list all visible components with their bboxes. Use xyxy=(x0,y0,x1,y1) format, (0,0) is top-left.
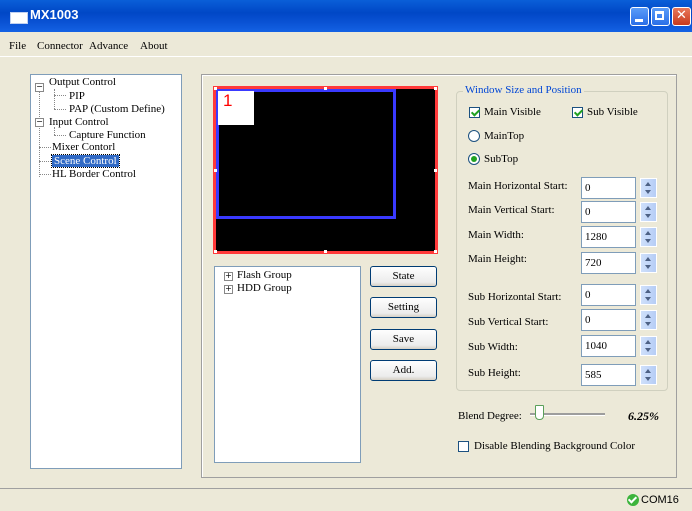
setting-button[interactable]: Setting xyxy=(370,297,437,318)
save-button[interactable]: Save xyxy=(370,329,437,350)
resize-handle[interactable] xyxy=(434,250,437,253)
state-button[interactable]: State xyxy=(370,266,437,287)
main-width-input[interactable]: 1280 xyxy=(581,226,636,248)
maximize-button[interactable] xyxy=(651,7,670,26)
tree-item-pap[interactable]: PAP (Custom Define) xyxy=(69,103,165,116)
status-bar xyxy=(0,488,692,511)
resize-handle[interactable] xyxy=(214,250,217,253)
tree-item-flash-group[interactable]: Flash Group xyxy=(237,269,292,282)
sub-v-start-input[interactable]: 0 xyxy=(581,309,636,331)
blend-degree-label: Blend Degree: xyxy=(458,410,522,422)
tree-item-input-control[interactable]: Input Control xyxy=(49,116,109,129)
main-v-start-label: Main Vertical Start: xyxy=(468,204,555,216)
tree-item-hdd-group[interactable]: HDD Group xyxy=(237,282,292,295)
main-height-label: Main Height: xyxy=(468,253,527,265)
sub-height-input[interactable]: 585 xyxy=(581,364,636,386)
main-v-start-input[interactable]: 0 xyxy=(581,201,636,223)
disable-blending-label[interactable]: Disable Blending Background Color xyxy=(474,440,635,452)
main-h-start-input[interactable]: 0 xyxy=(581,177,636,199)
main-top-radio[interactable] xyxy=(468,130,480,142)
sub-width-label: Sub Width: xyxy=(468,341,518,353)
close-icon: ✕ xyxy=(676,8,687,23)
sub-width-spinner[interactable] xyxy=(640,336,657,356)
app-icon xyxy=(10,12,28,24)
main-visible-checkbox[interactable] xyxy=(469,107,480,118)
window-title: MX1003 xyxy=(30,7,79,22)
tree-item-hl-border-control[interactable]: HL Border Control xyxy=(52,168,136,181)
menu-connector[interactable]: Connector xyxy=(37,40,83,52)
sub-v-start-label: Sub Vertical Start: xyxy=(468,316,549,328)
close-button[interactable]: ✕ xyxy=(672,7,691,26)
sub-visible-checkbox[interactable] xyxy=(572,107,583,118)
main-v-start-spinner[interactable] xyxy=(640,202,657,222)
sub-h-start-label: Sub Horizontal Start: xyxy=(468,291,562,303)
main-height-input[interactable]: 720 xyxy=(581,252,636,274)
sub-height-spinner[interactable] xyxy=(640,365,657,385)
sub-h-start-spinner[interactable] xyxy=(640,285,657,305)
main-height-spinner[interactable] xyxy=(640,253,657,273)
sub-top-label[interactable]: SubTop xyxy=(484,153,518,165)
com-port-status: COM16 xyxy=(641,494,679,506)
resize-handle[interactable] xyxy=(434,87,437,90)
connected-check-icon xyxy=(627,494,639,506)
minimize-button[interactable] xyxy=(630,7,649,26)
expand-icon[interactable]: + xyxy=(224,272,233,281)
window-size-position-legend: Window Size and Position xyxy=(463,84,584,96)
control-tree[interactable]: − Output Control PIP PAP (Custom Define)… xyxy=(30,74,182,469)
menu-file[interactable]: File xyxy=(9,40,26,52)
main-h-start-label: Main Horizontal Start: xyxy=(468,180,568,192)
sub-visible-label[interactable]: Sub Visible xyxy=(587,106,638,118)
tree-item-mixer-control[interactable]: Mixer Contorl xyxy=(52,141,115,154)
scene-group-tree[interactable]: + Flash Group + HDD Group xyxy=(214,266,361,463)
blend-slider-thumb[interactable] xyxy=(534,405,544,420)
blend-degree-value: 6.25% xyxy=(628,409,659,423)
tree-item-scene-control[interactable]: Scene Control xyxy=(51,154,120,168)
main-top-label[interactable]: MainTop xyxy=(484,130,524,142)
menu-about[interactable]: About xyxy=(140,40,168,52)
tree-item-output-control[interactable]: Output Control xyxy=(49,76,116,89)
resize-handle[interactable] xyxy=(324,87,327,90)
sub-height-label: Sub Height: xyxy=(468,367,521,379)
resize-handle[interactable] xyxy=(214,169,217,172)
sub-width-input[interactable]: 1040 xyxy=(581,335,636,357)
resize-handle[interactable] xyxy=(214,87,217,90)
expand-icon[interactable]: + xyxy=(224,285,233,294)
sub-top-radio[interactable] xyxy=(468,153,480,165)
title-bar[interactable] xyxy=(0,0,692,32)
main-visible-label[interactable]: Main Visible xyxy=(484,106,541,118)
collapse-icon[interactable]: − xyxy=(35,83,44,92)
collapse-icon[interactable]: − xyxy=(35,118,44,127)
resize-handle[interactable] xyxy=(434,169,437,172)
sub-h-start-input[interactable]: 0 xyxy=(581,284,636,306)
main-h-start-spinner[interactable] xyxy=(640,178,657,198)
main-width-label: Main Width: xyxy=(468,229,524,241)
menu-advance[interactable]: Advance xyxy=(89,40,128,52)
main-width-spinner[interactable] xyxy=(640,227,657,247)
disable-blending-checkbox[interactable] xyxy=(458,441,469,452)
main-window-number: 1 xyxy=(218,91,254,125)
sub-v-start-spinner[interactable] xyxy=(640,310,657,330)
tree-item-pip[interactable]: PIP xyxy=(69,90,85,103)
resize-handle[interactable] xyxy=(324,250,327,253)
add-button[interactable]: Add. xyxy=(370,360,437,381)
